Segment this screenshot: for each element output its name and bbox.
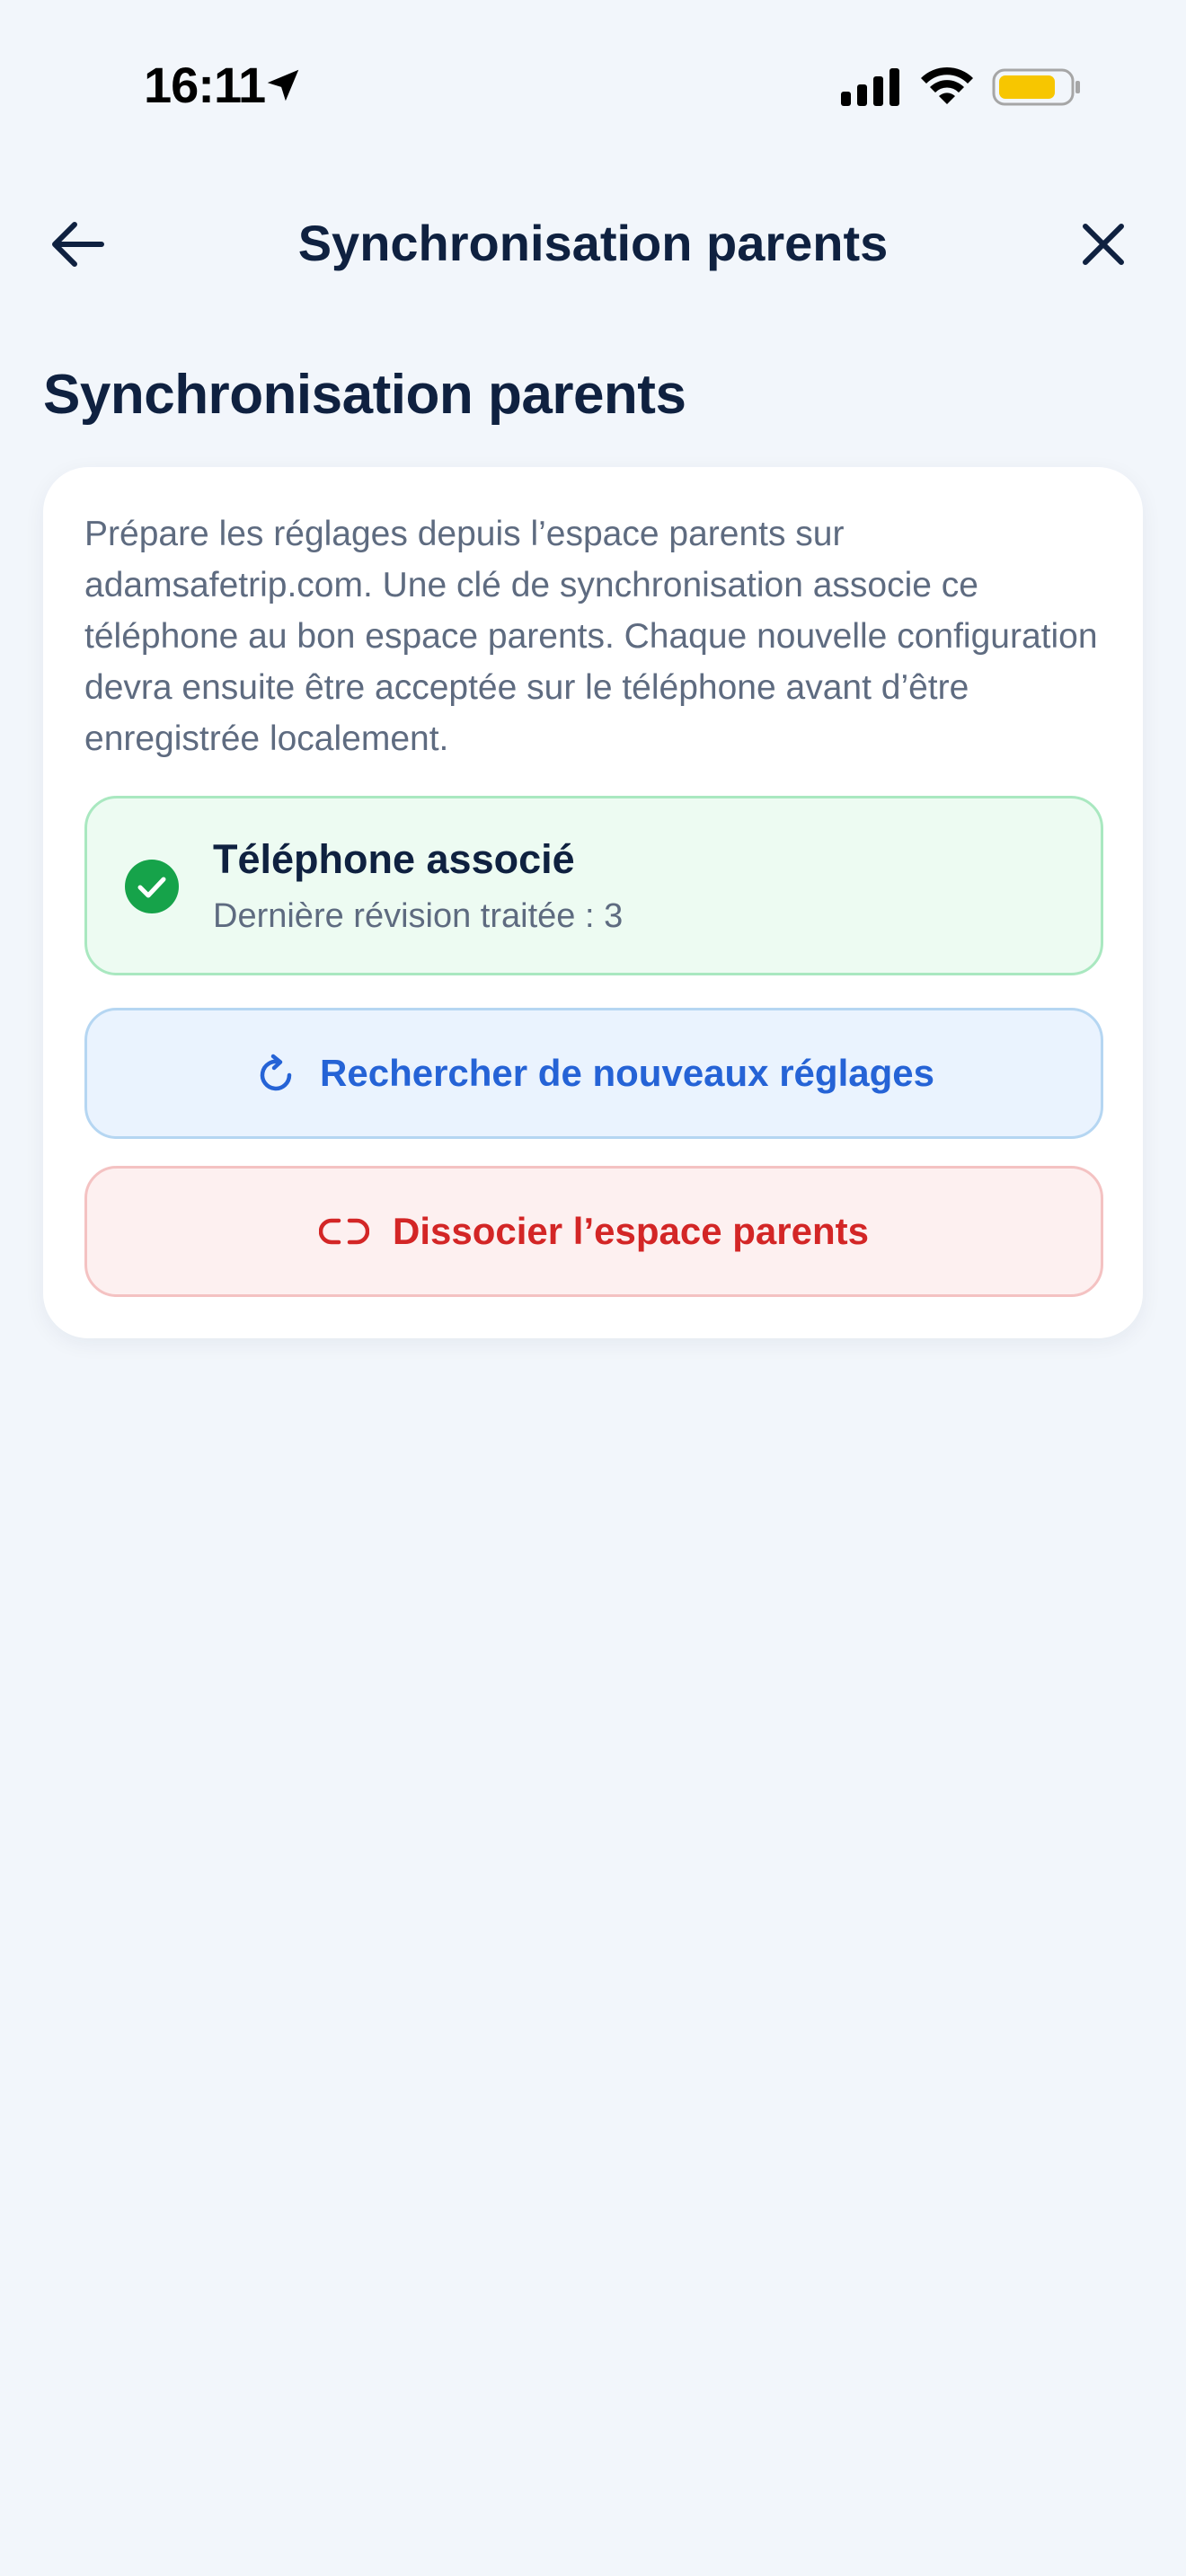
wifi-icon [921,66,973,104]
cellular-signal-icon [841,68,899,106]
status-bar: 16:11 [0,0,1186,171]
close-icon [1083,224,1124,265]
sync-card: Prépare les réglages depuis l’espace par… [43,467,1143,1338]
status-time: 16:11 [144,57,266,113]
dissociate-parents-button[interactable]: Dissocier l’espace parents [84,1166,1103,1297]
status-title: Téléphone associé [213,836,575,882]
navigation-bar: Synchronisation parents [0,198,1186,291]
check-new-settings-button[interactable]: Rechercher de nouveaux réglages [84,1008,1103,1139]
location-arrow-icon [267,69,299,101]
association-status: Téléphone associé Dernière révision trai… [84,796,1103,975]
status-subtitle: Dernière révision traitée : 3 [213,897,624,935]
page-title: Synchronisation parents [43,364,686,426]
card-description: Prépare les réglages depuis l’espace par… [84,515,1098,758]
battery-icon [992,68,1080,106]
close-button[interactable] [1066,207,1141,282]
check-circle-icon [125,860,179,913]
arrow-left-icon [52,222,104,267]
refresh-icon [260,1054,292,1091]
nav-title: Synchronisation parents [297,215,889,271]
check-new-settings-label: Rechercher de nouveaux réglages [320,1052,934,1094]
back-button[interactable] [40,207,115,282]
dissociate-parents-label: Dissocier l’espace parents [393,1210,869,1252]
unlink-icon [319,1218,370,1245]
